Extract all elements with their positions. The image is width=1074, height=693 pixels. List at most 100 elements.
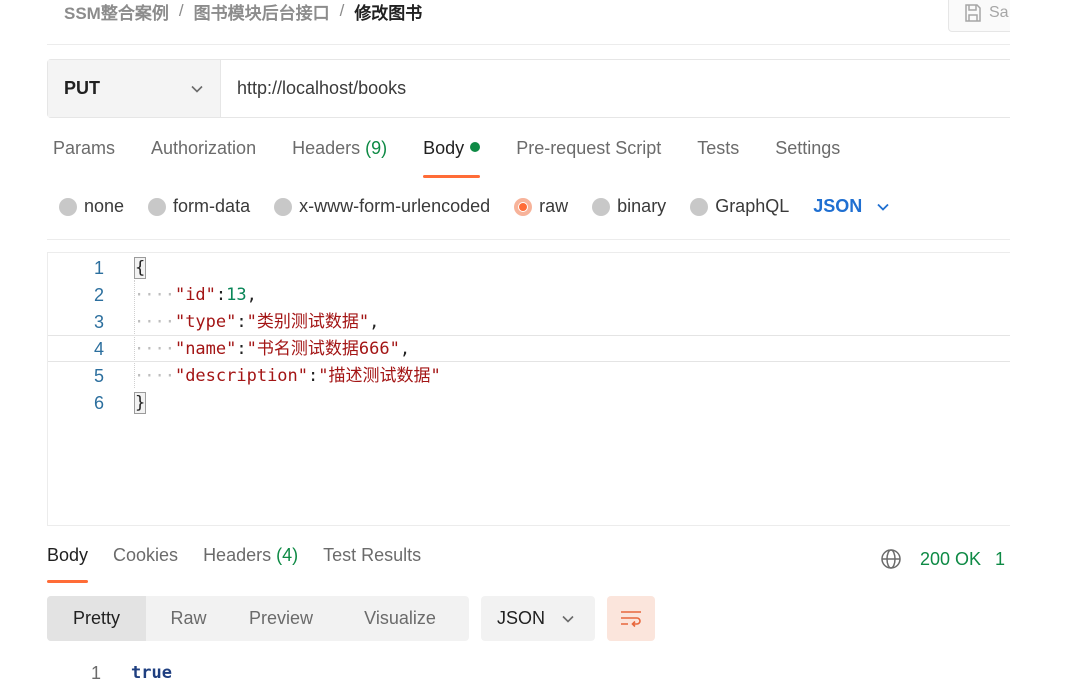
line-number: 1 xyxy=(93,258,104,278)
headers-count-badge: (9) xyxy=(365,138,388,158)
json-key: "id" xyxy=(174,285,216,305)
body-code-editor[interactable]: 1 { 2 ····"id":13, 3 ····"type":"类别测试数据"… xyxy=(47,252,1010,526)
tab-headers[interactable]: Headers (9) xyxy=(292,138,387,178)
save-icon xyxy=(965,4,981,22)
tab-response-cookies[interactable]: Cookies xyxy=(113,545,178,583)
tab-label: Body xyxy=(423,138,465,158)
line-number: 5 xyxy=(93,366,104,386)
method-select[interactable]: PUT xyxy=(48,60,221,117)
tab-body[interactable]: Body xyxy=(423,138,481,178)
tab-label: Settings xyxy=(775,138,841,158)
radio-label: form-data xyxy=(173,196,251,216)
code-line: 6 } xyxy=(48,390,1010,417)
body-type-form-data[interactable]: form-data xyxy=(148,196,250,217)
radio-icon xyxy=(274,197,293,216)
request-tabs: Params Authorization Headers (9) Body Pr… xyxy=(53,138,876,178)
view-raw[interactable]: Raw xyxy=(146,596,231,641)
raw-format-label: JSON xyxy=(813,196,863,216)
save-button[interactable]: Sa xyxy=(948,0,1010,32)
code-line-current: 4 ····"name":"书名测试数据666", xyxy=(48,335,1010,362)
app-window: SSM整合案例 / 图书模块后台接口 / 修改图书 Sa PUT http://… xyxy=(0,0,1010,693)
response-status: 200 OK 1 xyxy=(880,548,1005,570)
body-type-none[interactable]: none xyxy=(59,196,124,217)
tab-label: Authorization xyxy=(151,138,257,158)
code-line: 2 ····"id":13, xyxy=(48,282,1010,309)
radio-icon xyxy=(690,197,709,216)
radio-label: none xyxy=(84,196,125,216)
status-code[interactable]: 200 OK xyxy=(920,549,981,570)
tab-tests[interactable]: Tests xyxy=(697,138,739,178)
tab-authorization[interactable]: Authorization xyxy=(151,138,256,178)
globe-icon[interactable] xyxy=(880,548,902,570)
tab-pre-request-script[interactable]: Pre-request Script xyxy=(516,138,661,178)
response-view-modes: Pretty Raw Preview Visualize xyxy=(47,596,469,641)
body-type-urlencoded[interactable]: x-www-form-urlencoded xyxy=(274,196,490,217)
save-button-label: Sa xyxy=(989,4,1009,21)
tab-response-body[interactable]: Body xyxy=(47,545,89,583)
breadcrumb-current-request[interactable]: 修改图书 xyxy=(354,0,422,24)
body-type-selector: none form-data x-www-form-urlencoded raw… xyxy=(59,196,890,217)
breadcrumb-separator: / xyxy=(339,1,345,20)
json-value: "描述测试数据" xyxy=(318,366,441,386)
wrap-lines-button[interactable] xyxy=(607,596,655,641)
tab-label: Body xyxy=(47,545,89,565)
breadcrumb-folder[interactable]: 图书模块后台接口 xyxy=(194,0,330,24)
method-label: PUT xyxy=(64,78,100,98)
view-preview[interactable]: Preview xyxy=(231,596,331,641)
chevron-down-icon xyxy=(562,615,574,623)
body-divider xyxy=(47,239,1010,240)
line-number: 2 xyxy=(93,285,104,305)
tab-settings[interactable]: Settings xyxy=(775,138,840,178)
line-number: 4 xyxy=(93,339,104,359)
json-key: "description" xyxy=(174,366,309,386)
open-brace: { xyxy=(134,257,147,279)
request-bar: PUT http://localhost/books xyxy=(47,59,1010,118)
response-format-select[interactable]: JSON xyxy=(481,596,595,641)
tab-test-results[interactable]: Test Results xyxy=(323,545,421,583)
tab-label: Test Results xyxy=(323,545,422,565)
radio-label: raw xyxy=(539,196,569,216)
response-format-label: JSON xyxy=(497,608,546,628)
wrap-lines-icon xyxy=(621,610,641,627)
json-comma: , xyxy=(246,285,257,305)
line-number: 3 xyxy=(93,312,104,332)
close-brace: } xyxy=(134,392,147,414)
tab-label: Headers xyxy=(292,138,361,158)
line-number: 1 xyxy=(90,663,101,683)
radio-label: GraphQL xyxy=(715,196,790,216)
body-type-graphql[interactable]: GraphQL xyxy=(690,196,789,217)
json-comma: , xyxy=(369,312,380,332)
json-comma: , xyxy=(399,339,411,359)
tab-label: Cookies xyxy=(113,545,179,565)
line-number: 6 xyxy=(93,393,104,413)
radio-label: x-www-form-urlencoded xyxy=(299,196,491,216)
url-input[interactable]: http://localhost/books xyxy=(221,60,1010,117)
raw-format-select[interactable]: JSON xyxy=(813,196,890,217)
radio-icon xyxy=(59,197,77,216)
response-headers-count-badge: (4) xyxy=(276,545,299,565)
tab-label: Pre-request Script xyxy=(516,138,662,158)
body-type-raw[interactable]: raw xyxy=(514,196,568,217)
breadcrumb: SSM整合案例 / 图书模块后台接口 / 修改图书 xyxy=(64,0,422,24)
view-pretty[interactable]: Pretty xyxy=(47,596,146,641)
response-time[interactable]: 1 xyxy=(995,549,1005,570)
breadcrumb-separator: / xyxy=(178,1,184,20)
response-tabs: Body Cookies Headers (4) Test Results xyxy=(47,545,446,583)
tab-label: Tests xyxy=(697,138,740,158)
radio-selected-icon xyxy=(514,197,533,216)
code-line: 5 ····"description":"描述测试数据" xyxy=(48,363,1010,390)
tab-params[interactable]: Params xyxy=(53,138,115,178)
header-divider xyxy=(47,44,1010,45)
body-modified-dot-icon xyxy=(470,142,481,152)
json-value: 13 xyxy=(226,285,247,305)
breadcrumb-collection[interactable]: SSM整合案例 xyxy=(64,0,169,24)
json-key: "name" xyxy=(174,339,237,359)
tab-label: Headers xyxy=(203,545,272,565)
tab-response-headers[interactable]: Headers (4) xyxy=(203,545,298,583)
radio-label: binary xyxy=(617,196,667,216)
json-key: "type" xyxy=(174,312,237,332)
tab-label: Params xyxy=(53,138,116,158)
body-type-binary[interactable]: binary xyxy=(592,196,666,217)
code-line: 1 { xyxy=(48,255,1010,282)
view-visualize[interactable]: Visualize xyxy=(331,596,469,641)
